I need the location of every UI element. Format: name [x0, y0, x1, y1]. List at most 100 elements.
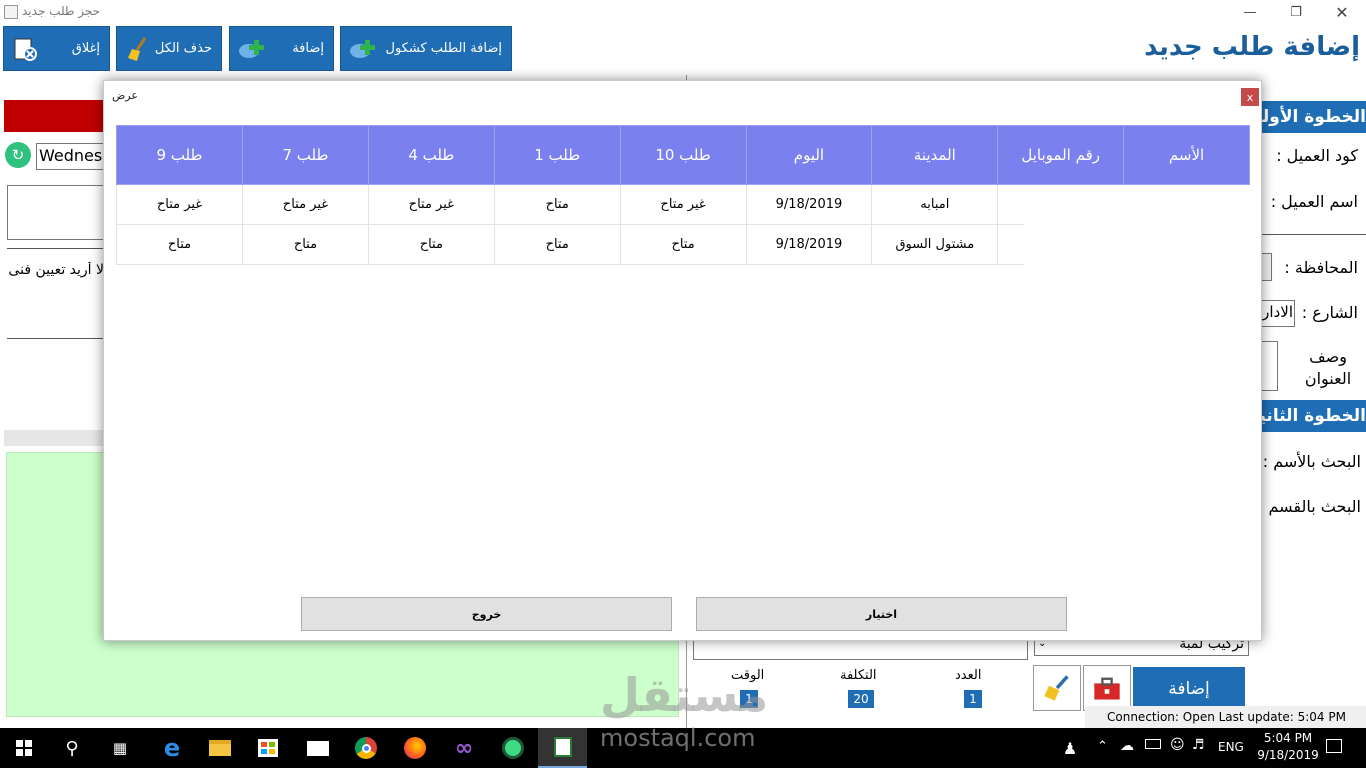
redacted-area	[1024, 185, 1250, 265]
title-bar: حجز طلب جديد — ❐ ✕	[0, 0, 1366, 24]
search-icon[interactable]: ⚲	[48, 728, 96, 768]
date-picker[interactable]: Wednesd	[36, 143, 104, 170]
table-cell[interactable]: متاح	[493, 224, 621, 265]
windows-logo-icon	[16, 740, 32, 756]
street-field[interactable]: الادار	[1258, 300, 1295, 327]
page-title: إضافة طلب جديد	[1144, 32, 1360, 62]
table-cell[interactable]: متاح	[116, 224, 243, 265]
view-dialog: عرض x الأسم رقم الموبايل المدينة اليوم طلب 1…	[103, 80, 1262, 641]
table-cell[interactable]: 9/18/2019	[745, 184, 873, 225]
column-header[interactable]: الأسم	[1123, 125, 1250, 185]
cost-value: 20	[848, 690, 874, 708]
watermark-url: mostaql.com	[600, 724, 756, 752]
language-indicator[interactable]: ENG	[1218, 740, 1244, 754]
add-kiosk-icon	[350, 40, 375, 58]
wifi-icon[interactable]: ☺	[1170, 737, 1185, 753]
table-cell[interactable]: غير متاح	[116, 184, 243, 225]
category-select[interactable]: تركيب لمبة	[1034, 640, 1249, 656]
close-form-button[interactable]: إغلاق	[3, 26, 110, 71]
column-header[interactable]: المدينة	[871, 125, 999, 185]
battery-icon[interactable]	[1145, 739, 1161, 749]
chrome-icon[interactable]	[342, 728, 390, 768]
technician-option[interactable]: لا أريد تعيين فنى	[8, 262, 104, 278]
add-kiosk-label: إضافة الطلب كشكول	[385, 41, 503, 56]
search-dept-label: البحث بالقسم	[1268, 497, 1362, 516]
column-header[interactable]: طلب 9	[116, 125, 243, 185]
active-app-icon[interactable]	[538, 728, 587, 768]
clear-all-label: حذف الكل	[154, 41, 212, 56]
governorate-label: المحافظة :	[1284, 258, 1358, 277]
firefox-icon[interactable]	[391, 728, 439, 768]
table-cell[interactable]: غير متاح	[367, 184, 495, 225]
clear-all-button[interactable]: حذف الكل	[116, 26, 222, 71]
window-title: حجز طلب جديد	[22, 4, 101, 18]
dialog-close-button[interactable]: x	[1241, 88, 1259, 106]
broom-icon	[128, 37, 147, 61]
watermark-text: مستقل	[600, 668, 769, 722]
dialog-title: عرض	[112, 89, 138, 102]
choose-button[interactable]: اختيار	[696, 597, 1067, 631]
count-label: العدد	[955, 668, 982, 683]
table-cell[interactable]: غير متاح	[242, 184, 369, 225]
separator	[7, 248, 104, 249]
column-header[interactable]: طلب 4	[367, 125, 495, 185]
close-icon[interactable]: ✕	[1319, 0, 1365, 24]
notes-field[interactable]	[7, 185, 104, 240]
android-studio-icon[interactable]	[489, 728, 537, 768]
notifications-icon[interactable]	[1326, 739, 1342, 753]
search-name-label: البحث بالأسم :	[1262, 452, 1361, 471]
clock-date[interactable]: 9/18/2019	[1252, 748, 1324, 762]
clear-button[interactable]	[1033, 665, 1081, 711]
edge-icon[interactable]: e	[148, 728, 196, 768]
store-icon[interactable]	[244, 728, 292, 768]
add-kiosk-button[interactable]: إضافة الطلب كشكول	[340, 26, 512, 71]
volume-icon[interactable]: ♬	[1192, 737, 1205, 753]
visual-studio-icon[interactable]: ∞	[440, 728, 488, 768]
table-cell[interactable]: مشتول السوق	[871, 224, 999, 265]
toolbox-icon	[1094, 677, 1120, 700]
people-icon[interactable]: ♟	[1046, 728, 1094, 768]
file-explorer-icon[interactable]	[196, 728, 244, 768]
column-header[interactable]: طلب 1	[493, 125, 621, 185]
table-cell[interactable]: امبابه	[871, 184, 999, 225]
refresh-icon[interactable]: ↻	[5, 142, 31, 168]
street-label: الشارع :	[1301, 303, 1358, 322]
details-field[interactable]	[693, 640, 1028, 660]
clock-time[interactable]: 5:04 PM	[1255, 731, 1321, 745]
start-icon[interactable]	[0, 728, 48, 768]
table-cell[interactable]: متاح	[493, 184, 621, 225]
exit-button[interactable]: خروج	[301, 597, 672, 631]
address-desc-label: وصف العنوان	[1304, 347, 1352, 388]
table-cell[interactable]: 9/18/2019	[745, 224, 873, 265]
count-value: 1	[964, 690, 982, 708]
restore-icon[interactable]: ❐	[1273, 0, 1319, 24]
broom-icon	[1044, 675, 1069, 701]
alert-bar	[4, 100, 104, 132]
column-header[interactable]: طلب 10	[619, 125, 747, 185]
customer-code-label: كود العميل :	[1276, 146, 1358, 165]
toolbox-button[interactable]	[1083, 665, 1131, 711]
customer-name-label: اسم العميل :	[1270, 192, 1358, 211]
task-view-icon[interactable]: ▦	[96, 728, 144, 768]
add-icon	[239, 40, 264, 58]
cost-label: التكلفة	[840, 668, 877, 683]
add-button[interactable]: إضافة	[229, 26, 334, 71]
onedrive-icon[interactable]: ☁	[1120, 738, 1134, 754]
table-cell[interactable]: متاح	[367, 224, 495, 265]
app-icon	[4, 5, 18, 19]
add-label: إضافة	[292, 41, 324, 56]
add-item-button[interactable]: إضافة	[1133, 667, 1245, 711]
column-header[interactable]: رقم الموبايل	[997, 125, 1125, 185]
table-cell[interactable]: متاح	[242, 224, 369, 265]
close-form-label: إغلاق	[71, 41, 100, 56]
table-cell[interactable]: متاح	[619, 224, 747, 265]
column-header[interactable]: اليوم	[745, 125, 873, 185]
mail-icon[interactable]	[294, 728, 342, 768]
column-header[interactable]: طلب 7	[242, 125, 369, 185]
chevron-up-icon[interactable]: ⌃	[1097, 739, 1108, 754]
scroll-track[interactable]	[4, 430, 104, 446]
separator	[1262, 234, 1366, 235]
table-cell[interactable]: غير متاح	[619, 184, 747, 225]
minimize-icon[interactable]: —	[1227, 0, 1273, 24]
step2-header: الخطوة الثانية	[1262, 400, 1366, 432]
